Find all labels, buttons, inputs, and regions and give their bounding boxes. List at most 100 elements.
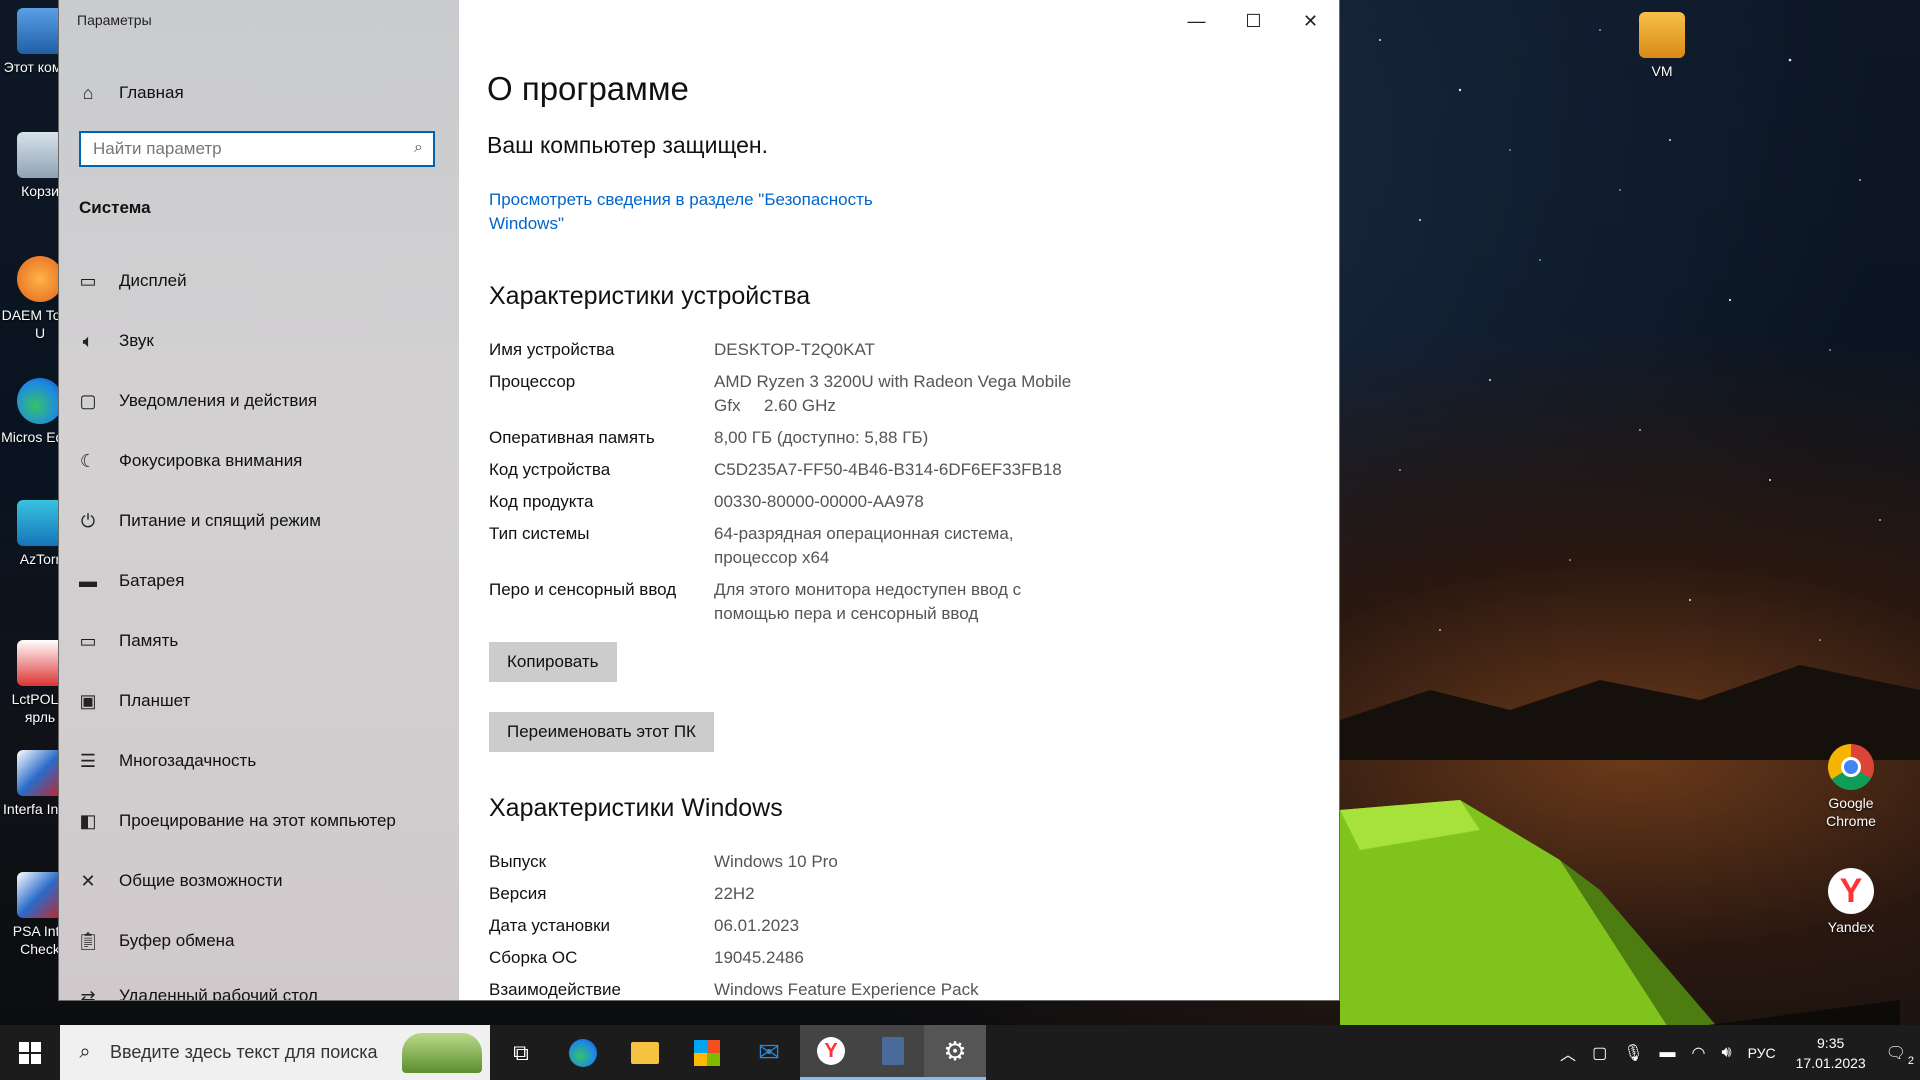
spec-value: DESKTOP-T2Q0KAT	[714, 340, 875, 359]
notification-count: 2	[1907, 1054, 1914, 1067]
taskbar-yandex[interactable]: Y	[800, 1025, 862, 1080]
sidebar-item-display[interactable]: ▭ Дисплей	[77, 266, 396, 296]
sidebar-item-label: Фокусировка внимания	[119, 451, 303, 470]
spec-key: Версия	[489, 884, 547, 903]
spec-value: C5D235A7-FF50-4B46-B314-6DF6EF33FB18	[714, 460, 1062, 479]
taskbar-mail[interactable]: ✉	[738, 1025, 800, 1080]
settings-search: ⌕	[79, 131, 435, 167]
notification-center-button[interactable]: 🗨︎ 2	[1886, 1043, 1914, 1067]
spec-row: Выпуск Windows 10 Pro	[489, 850, 1109, 874]
search-input[interactable]	[81, 133, 405, 165]
spec-key: Оперативная память	[489, 428, 655, 447]
aztorrent-icon	[17, 500, 63, 546]
sidebar-item-label: Питание и спящий режим	[119, 511, 321, 530]
taskbar-file-explorer[interactable]	[614, 1025, 676, 1080]
recycle-bin-icon	[17, 132, 63, 178]
window-controls: — ☐ ✕	[1168, 0, 1339, 42]
edge-icon	[569, 1038, 597, 1067]
sidebar-item-battery[interactable]: ▬ Батарея	[77, 566, 396, 596]
storage-icon: ▭	[79, 630, 97, 651]
search-icon[interactable]: ⌕	[414, 139, 423, 157]
gear-icon: ⚙	[943, 1035, 967, 1066]
sidebar-item-remote-desktop[interactable]: ⇄ Удаленный рабочий стол	[77, 986, 396, 1000]
protection-status: Ваш компьютер защищен.	[487, 132, 768, 158]
spec-key: Имя устройства	[489, 340, 615, 359]
start-button[interactable]	[0, 1025, 60, 1080]
sidebar-item-focus-assist[interactable]: ☾ Фокусировка внимания	[77, 446, 396, 476]
spec-value: 64-разрядная операционная система, проце…	[714, 524, 1014, 567]
spec-row: Дата установки 06.01.2023	[489, 914, 1109, 938]
sidebar-item-label: Батарея	[119, 571, 185, 590]
lctpolu-icon	[17, 640, 63, 686]
desktop-icon-label: Google Chrome	[1826, 795, 1876, 829]
security-link[interactable]: Просмотреть сведения в разделе "Безопасн…	[489, 188, 909, 236]
desktop-icon-vm[interactable]: VM	[1622, 12, 1702, 80]
spec-value: 8,00 ГБ (доступно: 5,88 ГБ)	[714, 428, 929, 447]
sidebar-item-storage[interactable]: ▭ Память	[77, 626, 396, 656]
spec-value: Windows Feature Experience Pack	[714, 980, 979, 999]
battery-icon: ▬	[79, 570, 97, 591]
sidebar-item-home[interactable]: ⌂ Главная	[77, 78, 184, 108]
windows-specs: Выпуск Windows 10 Pro Версия 22H2 Дата уст…	[489, 850, 1109, 1010]
spec-key: Сборка ОС	[489, 948, 578, 967]
sidebar-item-label: Буфер обмена	[119, 931, 235, 950]
minimize-button[interactable]: —	[1168, 0, 1225, 42]
sidebar-item-clipboard[interactable]: 📋︎ Буфер обмена	[77, 926, 396, 956]
sidebar-item-power[interactable]: ⏻ Питание и спящий режим	[77, 506, 396, 536]
spec-row: Оперативная память 8,00 ГБ (доступно: 5,8…	[489, 426, 1109, 450]
clock[interactable]: 9:35 17.01.2023	[1796, 1033, 1866, 1073]
settings-content: — ☐ ✕ О программе Ваш компьютер защищен.…	[459, 0, 1339, 1000]
focus-assist-icon: ☾	[79, 450, 97, 471]
spec-value: Windows 10 Pro	[714, 852, 838, 871]
taskbar-settings[interactable]: ⚙	[924, 1025, 986, 1080]
language-indicator[interactable]: РУС	[1748, 1045, 1776, 1061]
sidebar-item-label: Звук	[119, 331, 154, 350]
spec-row: Код продукта 00330-80000-00000-AA978	[489, 490, 1109, 514]
sidebar-item-multitasking[interactable]: ☰ Многозадачность	[77, 746, 396, 776]
close-button[interactable]: ✕	[1282, 0, 1339, 42]
rename-pc-button[interactable]: Переименовать этот ПК	[489, 712, 714, 752]
taskbar-store[interactable]	[676, 1025, 738, 1080]
settings-sidebar: Параметры ⌂ Главная ⌕ Система ▭ Дисплей 🔈…	[59, 0, 459, 1000]
sidebar-item-notifications[interactable]: ▢ Уведомления и действия	[77, 386, 396, 416]
sidebar-item-tablet[interactable]: ▣ Планшет	[77, 686, 396, 716]
remote-desktop-icon: ⇄	[80, 986, 96, 1001]
spec-row: Тип системы 64-разрядная операционная сис…	[489, 522, 1109, 570]
taskbar-search[interactable]: ⌕ Введите здесь текст для поиска	[60, 1025, 490, 1080]
spec-row: Имя устройства DESKTOP-T2Q0KAT	[489, 338, 1109, 362]
spec-key: Перо и сенсорный ввод	[489, 580, 677, 599]
meet-now-icon[interactable]: ▢	[1592, 1043, 1607, 1063]
sidebar-item-label: Уведомления и действия	[119, 391, 318, 410]
sidebar-item-projecting[interactable]: ◧ Проецирование на этот компьютер	[77, 806, 395, 836]
sidebar-item-label: Планшет	[119, 691, 191, 710]
chrome-icon	[1828, 744, 1874, 790]
copy-button[interactable]: Копировать	[489, 642, 617, 682]
spec-key: Процессор	[489, 372, 576, 391]
taskbar-edge[interactable]	[552, 1025, 614, 1080]
spec-row: Взаимодействие Windows Feature Experience…	[489, 978, 1109, 1002]
desktop-icon-chrome[interactable]: Google Chrome	[1811, 744, 1891, 830]
spec-row: Перо и сенсорный ввод Для этого монитора …	[489, 578, 1109, 626]
sidebar-item-shared-experiences[interactable]: ✕ Общие возможности	[77, 866, 396, 896]
settings-window: Параметры ⌂ Главная ⌕ Система ▭ Дисплей 🔈…	[59, 0, 1339, 1000]
task-view-button[interactable]: ⧉	[490, 1025, 552, 1080]
spec-row: Версия 22H2	[489, 882, 1109, 906]
chevron-up-icon[interactable]: ︿	[1560, 1041, 1576, 1065]
sound-icon: 🔈︎	[82, 330, 94, 351]
yandex-icon: Y	[1828, 868, 1874, 914]
microphone-icon[interactable]: 🎙︎	[1623, 1043, 1643, 1063]
wifi-icon[interactable]: ◠	[1692, 1043, 1706, 1063]
minimize-icon: —	[1187, 10, 1206, 31]
sidebar-item-sound[interactable]: 🔈︎ Звук	[77, 326, 396, 356]
maximize-button[interactable]: ☐	[1225, 0, 1282, 42]
spec-value: 19045.2486	[714, 948, 804, 967]
spec-key: Код продукта	[489, 492, 594, 511]
taskbar-calculator[interactable]	[862, 1025, 924, 1080]
volume-icon[interactable]: 🔊︎	[1721, 1044, 1731, 1062]
taskbar: ⌕ Введите здесь текст для поиска ⧉ ✉ Y ⚙…	[0, 1025, 1920, 1080]
sidebar-item-label: Память	[119, 631, 179, 650]
task-view-icon: ⧉	[513, 1039, 529, 1065]
projecting-icon: ◧	[79, 810, 97, 831]
desktop-icon-yandex[interactable]: Y Yandex	[1811, 868, 1891, 936]
battery-icon[interactable]: ▬	[1660, 1044, 1676, 1062]
